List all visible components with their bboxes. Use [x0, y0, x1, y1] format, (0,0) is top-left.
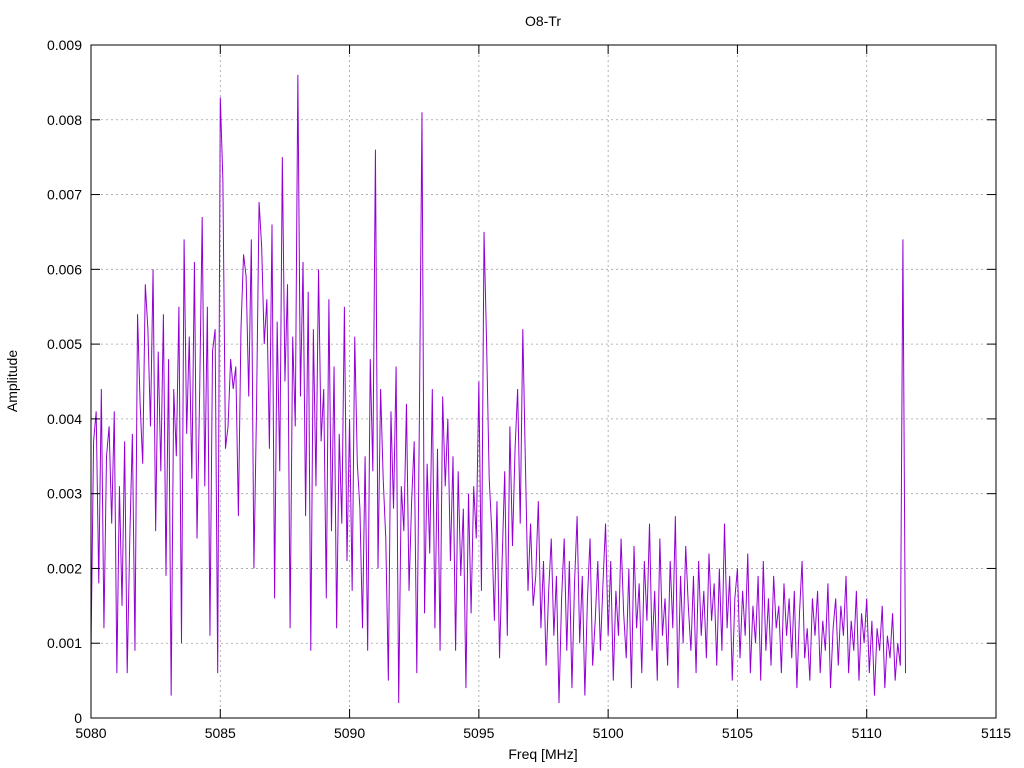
y-tick-label: 0.009: [47, 37, 82, 53]
x-tick-label: 5080: [75, 725, 106, 741]
x-tick-label: 5105: [722, 725, 753, 741]
x-tick-label: 5115: [981, 725, 1011, 741]
y-tick-label: 0.007: [47, 187, 82, 203]
y-axis-title: Amplitude: [4, 350, 20, 412]
y-tick-label: 0.002: [47, 560, 82, 576]
y-tick-label: 0.003: [47, 486, 82, 502]
x-tick-label: 5090: [334, 725, 365, 741]
y-tick-label: 0.006: [47, 261, 82, 277]
y-tick-label: 0.004: [47, 411, 82, 427]
x-tick-label: 5100: [593, 725, 624, 741]
x-tick-label: 5095: [463, 725, 494, 741]
x-tick-label: 5085: [205, 725, 236, 741]
amplitude-chart: 0 0.001 0.002 0.003 0.004 0.005 0.006 0.007 0.00…: [0, 0, 1024, 768]
chart-title: O8-Tr: [525, 13, 561, 29]
y-tick-label: 0.001: [47, 635, 82, 651]
y-tick-label: 0: [74, 710, 82, 726]
x-axis-title: Freq [MHz]: [508, 746, 577, 762]
y-tick-label: 0.008: [47, 112, 82, 128]
y-tick-label: 0.005: [47, 336, 82, 352]
x-tick-label: 5110: [852, 725, 882, 741]
